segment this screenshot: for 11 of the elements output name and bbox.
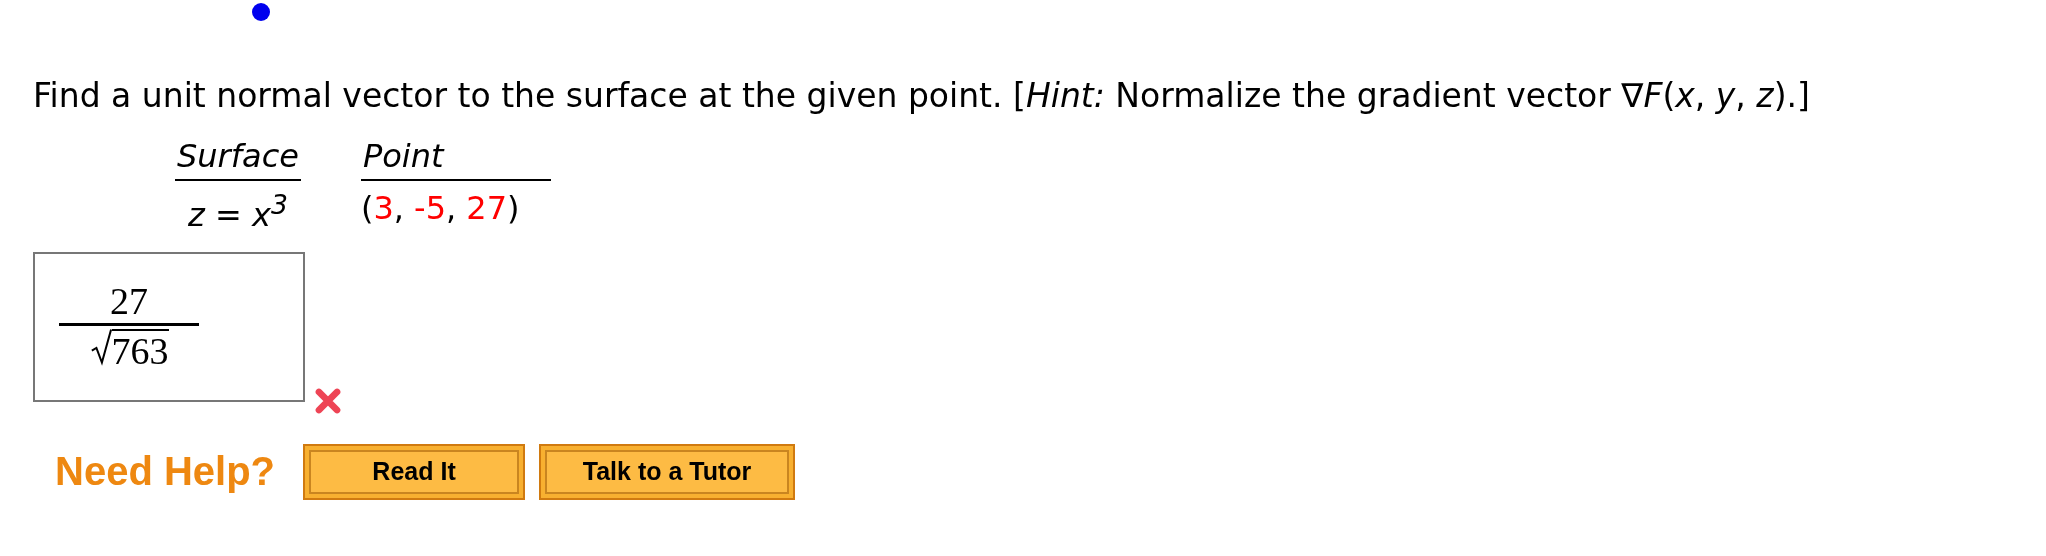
column-header: Point xyxy=(360,137,551,181)
question-text: Find a unit normal vector to the surface at the given point. [Hint: Normalize the gradient vector ∇F(x, y, z).] xyxy=(33,76,1811,115)
answer-field[interactable]: 27 763 xyxy=(33,251,305,402)
help-button[interactable]: Read It xyxy=(303,443,526,500)
surface-equation: z = x$^{3}$ xyxy=(188,188,288,234)
need-help-label: Need Help? xyxy=(55,449,276,495)
column-header: Surface xyxy=(175,137,301,181)
help-button[interactable]: Talk to a Tutor xyxy=(539,443,796,500)
point-coordinates: (3, -5, 27) xyxy=(360,188,521,227)
bullet-icon xyxy=(252,3,270,21)
radical-icon xyxy=(89,327,112,366)
